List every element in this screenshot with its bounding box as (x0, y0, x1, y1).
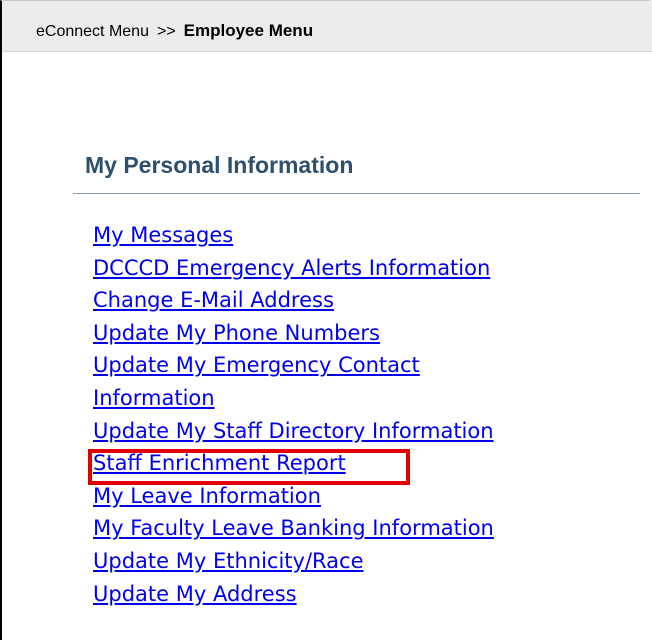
update-phone-numbers-link[interactable]: Update My Phone Numbers (93, 321, 380, 345)
personal-info-link-list: My Messages DCCCD Emergency Alerts Infor… (93, 219, 494, 610)
change-email-link[interactable]: Change E-Mail Address (93, 288, 334, 312)
emergency-alerts-link[interactable]: DCCCD Emergency Alerts Information (93, 256, 490, 280)
list-item: My Leave Information (93, 480, 494, 513)
update-address-link[interactable]: Update My Address (93, 582, 297, 606)
staff-enrichment-report-link[interactable]: Staff Enrichment Report (93, 451, 346, 475)
breadcrumb: eConnect Menu >> Employee Menu (36, 21, 313, 42)
faculty-leave-banking-link[interactable]: My Faculty Leave Banking Information (93, 516, 494, 540)
breadcrumb-bar: eConnect Menu >> Employee Menu (2, 1, 652, 52)
update-emergency-contact-link-continued[interactable]: Information (93, 386, 215, 410)
list-item: Update My Emergency Contact (93, 349, 494, 382)
section-title: My Personal Information (85, 152, 354, 178)
list-item: Change E-Mail Address (93, 284, 494, 317)
list-item: My Faculty Leave Banking Information (93, 512, 494, 545)
section-divider (73, 193, 640, 194)
list-item: Update My Address (93, 578, 494, 611)
update-emergency-contact-link[interactable]: Update My Emergency Contact (93, 353, 420, 377)
list-item: Staff Enrichment Report (93, 447, 494, 480)
breadcrumb-root-link[interactable]: eConnect Menu (36, 23, 149, 40)
list-item: Update My Staff Directory Information (93, 415, 494, 448)
breadcrumb-separator: >> (156, 23, 176, 40)
my-leave-information-link[interactable]: My Leave Information (93, 484, 321, 508)
list-item: Information (93, 382, 494, 415)
list-item: Update My Phone Numbers (93, 317, 494, 350)
list-item: DCCCD Emergency Alerts Information (93, 252, 494, 285)
list-item: My Messages (93, 219, 494, 252)
my-messages-link[interactable]: My Messages (93, 223, 233, 247)
update-ethnicity-race-link[interactable]: Update My Ethnicity/Race (93, 549, 364, 573)
list-item: Update My Ethnicity/Race (93, 545, 494, 578)
update-staff-directory-link[interactable]: Update My Staff Directory Information (93, 419, 494, 443)
breadcrumb-current: Employee Menu (183, 21, 314, 40)
